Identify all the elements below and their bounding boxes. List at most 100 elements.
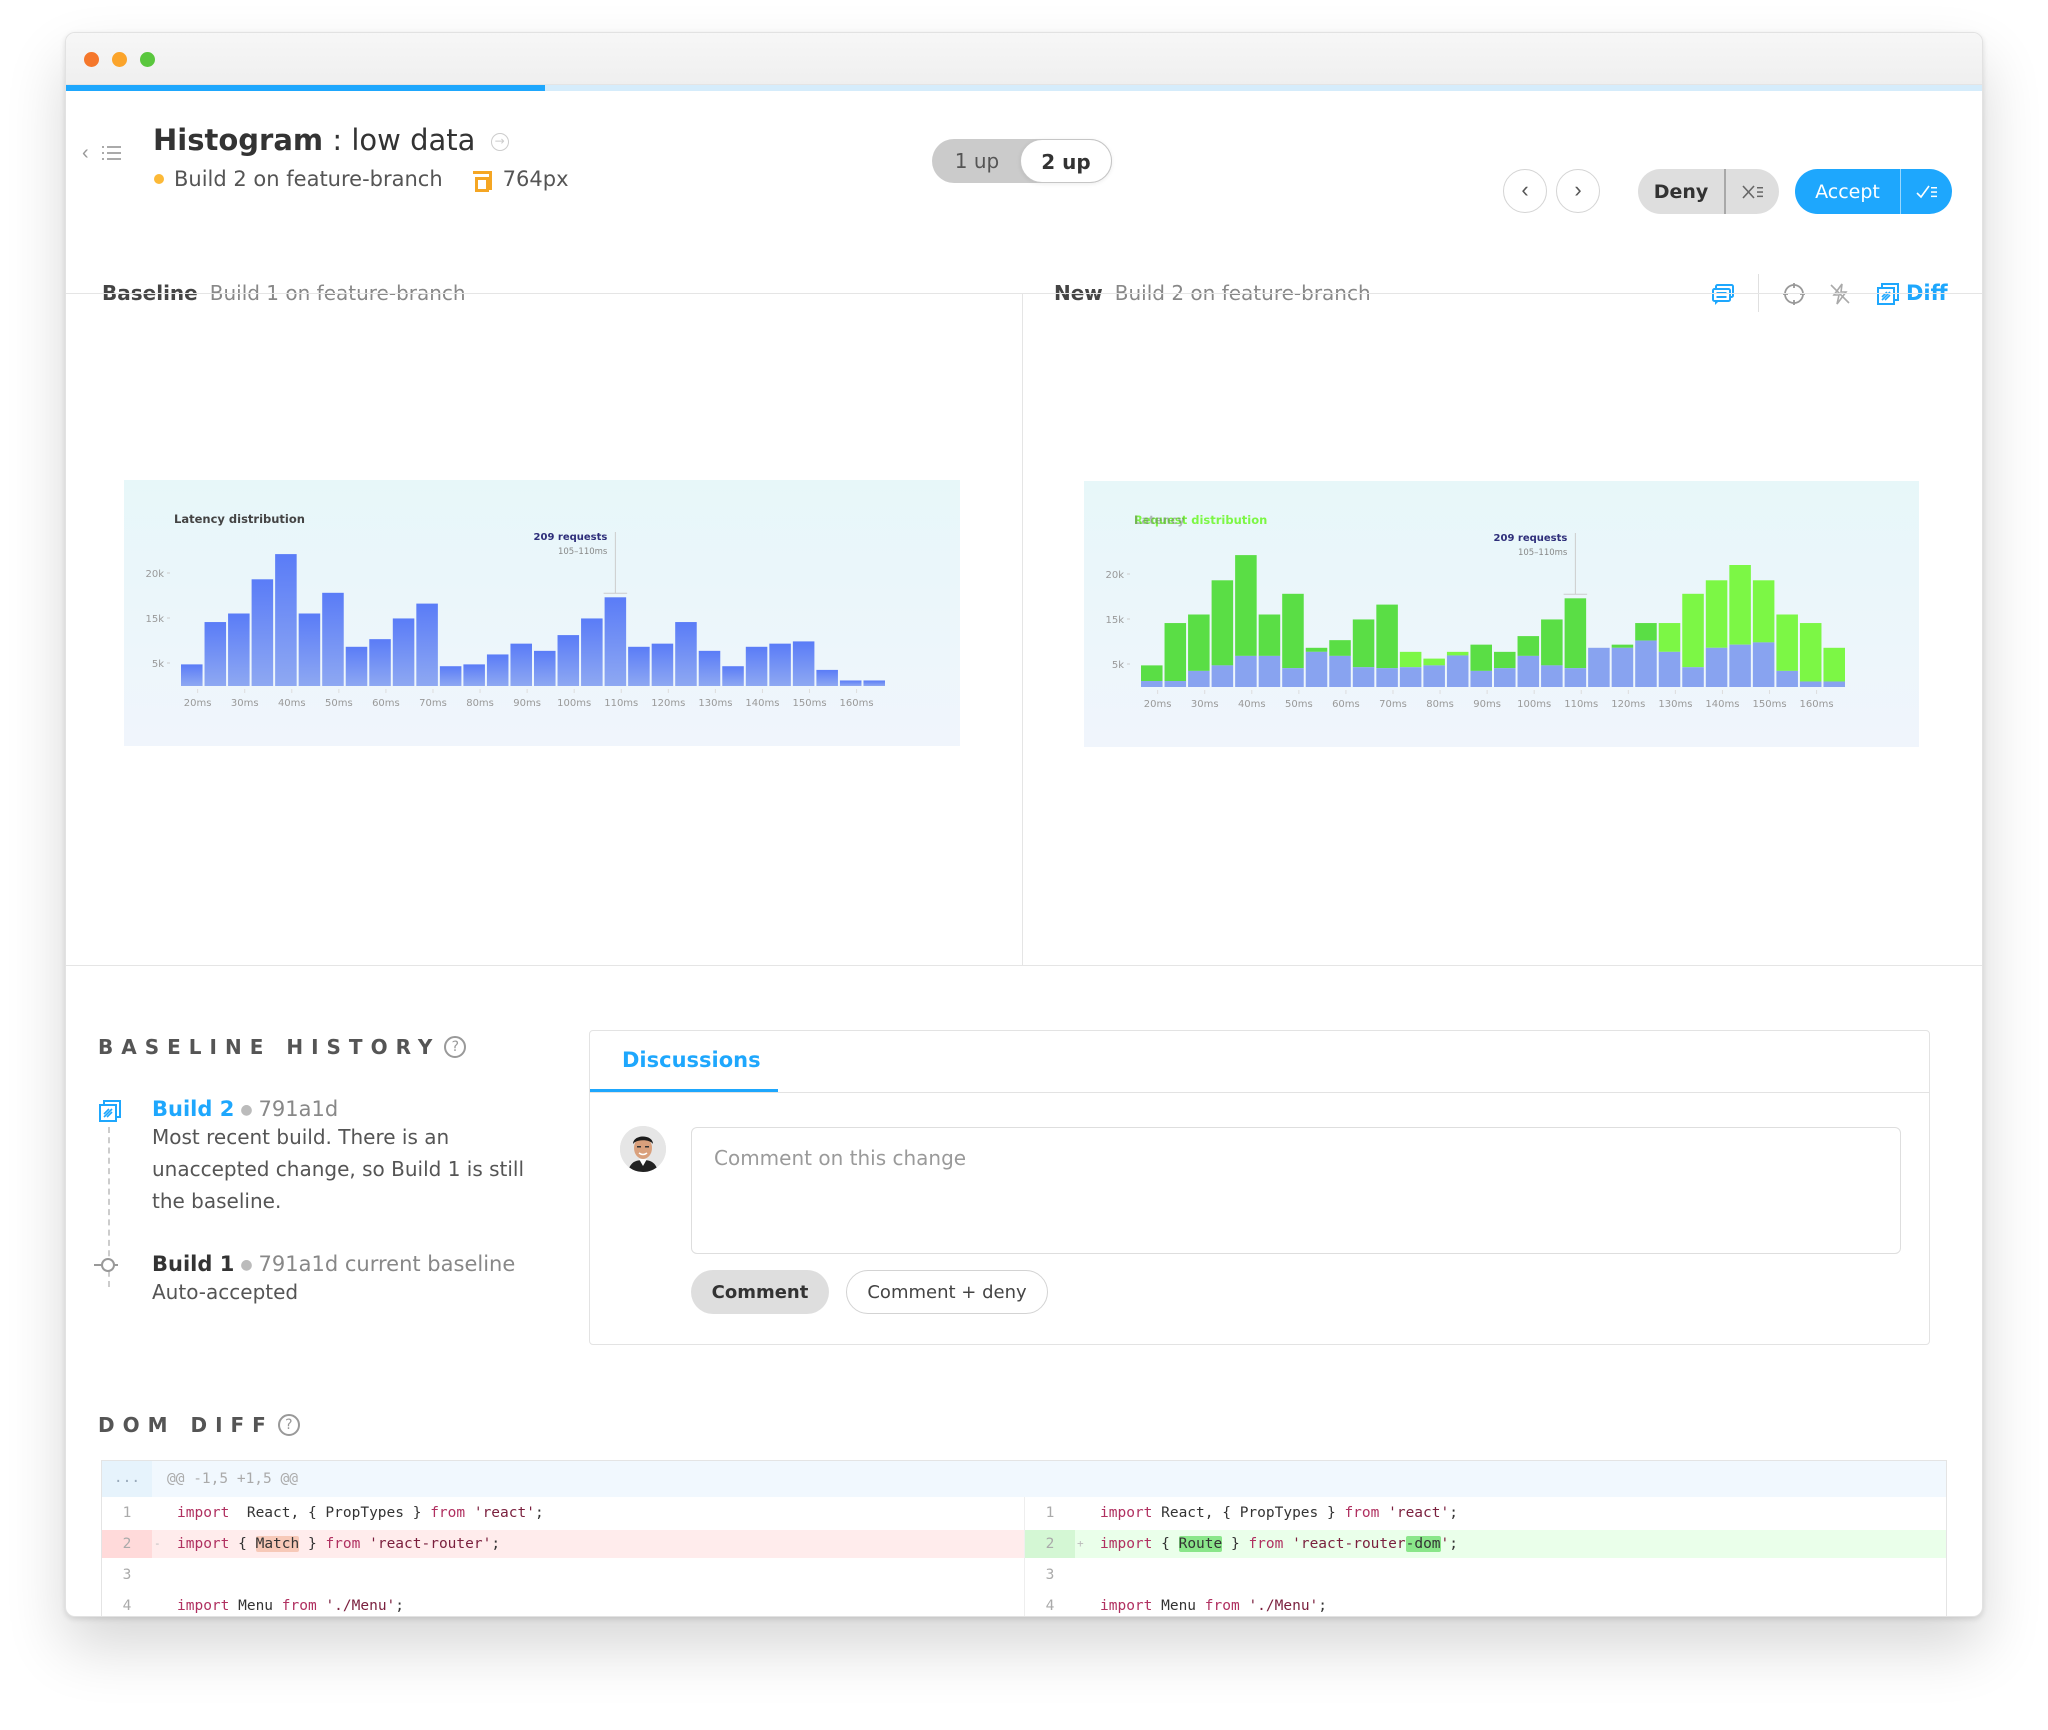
diff-bar-removed (1258, 614, 1281, 656)
x-tick-label: 150ms (1752, 699, 1786, 710)
previous-snapshot-button[interactable]: ‹ (1503, 169, 1547, 213)
crosshair-icon[interactable] (1782, 282, 1806, 306)
build-link[interactable]: Build 1 (152, 1252, 234, 1276)
comment-button[interactable]: Comment (691, 1270, 829, 1314)
diff-right-pane: 1 import React, { PropTypes } from 'react… (1025, 1497, 1946, 1616)
batch-deny-icon[interactable] (1726, 169, 1779, 214)
code-token: Menu (1152, 1598, 1205, 1614)
zoom-window-button[interactable] (140, 52, 155, 67)
baseline-history-heading: BASELINE HISTORY (98, 1035, 441, 1059)
compare-top-divider (66, 293, 1982, 294)
tab-divider (590, 1092, 1929, 1093)
diff-bar-added (1423, 658, 1445, 666)
chevron-left-icon: ‹ (1521, 177, 1529, 202)
comments-icon[interactable] (1711, 282, 1735, 306)
comment-and-deny-button[interactable]: Comment + deny (846, 1270, 1048, 1314)
diff-bar-unchanged (1376, 668, 1398, 687)
minimize-window-button[interactable] (112, 52, 127, 67)
diff-bar-unchanged (1399, 667, 1422, 687)
chevron-left-icon[interactable]: ‹ (82, 143, 98, 163)
y-tick-label: 5k (152, 659, 164, 670)
diff-bar-removed (1494, 651, 1516, 669)
x-tick-label: 110ms (604, 698, 638, 709)
diff-line: 1 import React, { PropTypes } from 'react… (1025, 1499, 1946, 1527)
flash-off-icon[interactable] (1828, 282, 1852, 306)
baseline-history-title: BASELINE HISTORY? (98, 1035, 467, 1059)
x-tick-label: 130ms (698, 698, 732, 709)
x-tick-label: 30ms (231, 698, 259, 709)
histogram-bar (745, 646, 768, 686)
next-snapshot-button[interactable]: › (1556, 169, 1600, 213)
component-name: Histogram (153, 123, 324, 157)
diff-line: 2 + import { Route } from 'react-router-do… (1025, 1530, 1946, 1558)
build-meta: Build 2 on feature-branch 764px (154, 167, 569, 192)
history-item-build-1: Build 1 ● 791a1d current baseline Auto-acc… (152, 1252, 552, 1308)
deny-button-group: Deny (1638, 169, 1779, 214)
code-token: { (229, 1536, 256, 1552)
line-number: 2 (1025, 1530, 1075, 1558)
histogram-bar (228, 613, 250, 686)
viewport-icon (472, 171, 492, 192)
diff-bar-added (1823, 647, 1845, 682)
batch-accept-icon[interactable] (1900, 169, 1952, 214)
histogram-bar (486, 654, 509, 686)
deny-button[interactable]: Deny (1638, 169, 1726, 214)
diff-bar-removed (1541, 619, 1563, 666)
line-number: 3 (122, 1567, 132, 1583)
help-icon[interactable]: ? (277, 1414, 300, 1436)
history-item-title: Build 2 ● 791a1d (152, 1097, 552, 1121)
diff-bar-added (1799, 623, 1822, 682)
x-tick-label: 140ms (745, 698, 779, 709)
histogram-bar (863, 680, 885, 686)
help-icon[interactable]: ? (444, 1036, 467, 1058)
diff-bar-unchanged (1729, 644, 1751, 687)
build-link[interactable]: Build 2 (152, 1097, 234, 1121)
build-label[interactable]: Build 2 on feature-branch (174, 167, 443, 191)
toggle-1-up[interactable]: 1 up (932, 139, 1022, 183)
dom-diff-heading: DOM DIFF (98, 1413, 274, 1437)
history-item-build-2: Build 2 ● 791a1d Most recent build. There … (152, 1097, 552, 1217)
code-text: import React, { PropTypes } from 'react'… (1100, 1499, 1458, 1527)
chart-title-overlay: Latency (1134, 513, 1185, 527)
new-snapshot-diff-chart: Request distribution Latency 20k 15k 5k 20ms 3… (1084, 481, 1919, 747)
view-mode-toggle[interactable]: 1 up 2 up (932, 139, 1112, 183)
diff-icon[interactable] (1876, 282, 1900, 306)
diff-bar-unchanged (1211, 665, 1234, 687)
compare-bottom-divider (66, 965, 1982, 966)
diff-left-pane: 1 import React, { PropTypes } from 'react… (102, 1497, 1024, 1616)
x-tick-label: 50ms (325, 698, 353, 709)
review-progress-bar (66, 85, 1982, 91)
code-keyword: from (281, 1598, 317, 1614)
accept-button[interactable]: Accept (1795, 169, 1900, 214)
arrow-right-circle-icon[interactable]: → (490, 133, 509, 151)
list-icon[interactable] (102, 145, 122, 161)
toggle-2-up[interactable]: 2 up (1020, 139, 1112, 183)
app-window: ‹ Histogram : low data → Build 2 on feat… (65, 32, 1983, 1617)
close-window-button[interactable] (84, 52, 99, 67)
diff-bar-unchanged (1517, 655, 1540, 687)
diff-marker: - (154, 1537, 161, 1550)
code-string: './Menu' (1248, 1598, 1319, 1614)
x-tick-label: 100ms (557, 698, 591, 709)
x-tick-label: 140ms (1705, 699, 1739, 710)
y-tick-label: 20k (1105, 570, 1124, 581)
chevron-right-icon: › (1574, 177, 1582, 202)
diff-bar-removed (1517, 636, 1540, 656)
expand-hunk-button[interactable]: ... (102, 1461, 152, 1497)
code-keyword: from (1344, 1505, 1380, 1521)
histogram-bar (628, 646, 650, 686)
dot-separator: ● (240, 1102, 253, 1118)
code-change-highlight: Match (255, 1536, 300, 1552)
comment-input[interactable] (691, 1127, 1901, 1254)
histogram-bar (275, 554, 297, 686)
commit-hash: 791a1d (258, 1252, 339, 1276)
diff-bar-removed (1141, 665, 1163, 682)
code-token: React, { PropTypes } (1152, 1505, 1345, 1521)
diff-line: 1 import React, { PropTypes } from 'react… (102, 1499, 1024, 1527)
x-tick-label: 70ms (1379, 699, 1407, 710)
diff-bar-unchanged (1776, 670, 1798, 687)
page-title: Histogram : low data → (153, 123, 509, 157)
tab-discussions[interactable]: Discussions (590, 1031, 778, 1093)
code-keyword: from (1248, 1536, 1284, 1552)
